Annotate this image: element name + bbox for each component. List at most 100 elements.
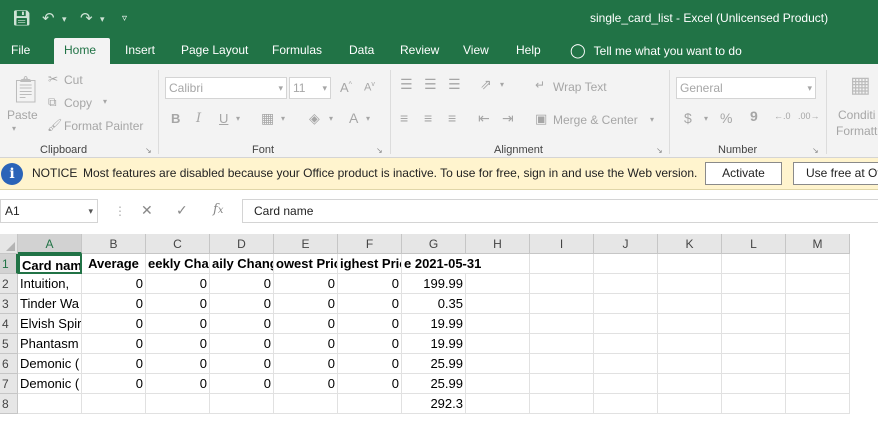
align-left-icon[interactable]: ≡ [400,110,408,126]
paste-button[interactable]: Paste [7,108,38,122]
cell[interactable] [594,314,658,334]
value-cell[interactable]: 0 [210,314,274,334]
font-color-icon[interactable]: A [349,110,358,126]
value-cell[interactable]: 292.3 [402,394,466,414]
font-name-dropdown[interactable]: Calibri ▾ [165,77,287,99]
currency-button[interactable]: $ [684,110,692,126]
cell[interactable] [722,374,786,394]
tab-review[interactable]: Review [390,38,449,64]
grow-font-icon[interactable]: A^ [340,80,352,95]
cell[interactable] [594,354,658,374]
format-painter-icon[interactable]: 🖌︎ [47,118,62,132]
cell[interactable] [530,254,594,274]
value-cell[interactable]: 0 [82,294,146,314]
comma-button[interactable]: 9 [750,108,758,124]
row-header-1[interactable]: 1 [0,254,18,274]
tab-insert[interactable]: Insert [115,38,165,64]
underline-dropdown-icon[interactable]: ▾ [236,114,240,123]
cell[interactable] [658,274,722,294]
wrap-text-icon[interactable]: ↵ [535,78,545,92]
tab-view[interactable]: View [453,38,499,64]
cell[interactable] [722,254,786,274]
column-header-i[interactable]: I [530,234,594,254]
spreadsheet-grid[interactable]: ABCDEFGHIJKLM 12345678 Card nameAverageeek… [0,234,878,421]
value-cell[interactable]: 19.99 [402,334,466,354]
cell[interactable] [658,394,722,414]
card-name-cell[interactable]: Demonic ( [18,374,82,394]
value-cell[interactable] [338,394,402,414]
cut-icon[interactable]: ✂ [48,72,58,86]
value-cell[interactable]: 0 [210,334,274,354]
column-header-g[interactable]: G [402,234,466,254]
increase-decimal-icon[interactable]: ←.0 [774,111,791,121]
cell[interactable] [722,394,786,414]
copy-dropdown-icon[interactable]: ▾ [103,97,107,106]
header-cell[interactable]: e 2021-05-31 [402,254,481,274]
conditional-formatting-button[interactable]: Conditi [838,108,875,122]
redo-dropdown-icon[interactable]: ▾ [100,14,105,25]
row-header-2[interactable]: 2 [0,274,18,294]
header-cell[interactable]: owest Pric [274,254,338,274]
cell[interactable] [722,314,786,334]
cell[interactable] [722,274,786,294]
value-cell[interactable]: 19.99 [402,314,466,334]
column-header-k[interactable]: K [658,234,722,254]
cell[interactable] [658,254,722,274]
value-cell[interactable] [82,394,146,414]
cell[interactable] [530,374,594,394]
value-cell[interactable]: 0 [82,354,146,374]
activate-button[interactable]: Activate [705,162,782,185]
value-cell[interactable]: 0 [274,374,338,394]
value-cell[interactable]: 0 [210,374,274,394]
cell[interactable] [722,354,786,374]
cell[interactable] [466,354,530,374]
card-name-cell[interactable]: Elvish Spir [18,314,82,334]
cell[interactable] [530,334,594,354]
conditional-formatting-icon[interactable]: ▦ [850,72,871,98]
undo-icon[interactable]: ↶ [42,9,55,27]
paste-dropdown-icon[interactable]: ▾ [12,124,16,133]
decrease-indent-icon[interactable]: ⇤ [478,110,490,127]
orientation-dropdown-icon[interactable]: ▾ [500,80,504,89]
row-header-8[interactable]: 8 [0,394,18,414]
card-name-cell[interactable]: Intuition, [18,274,82,294]
value-cell[interactable]: 25.99 [402,374,466,394]
row-header-4[interactable]: 4 [0,314,18,334]
increase-indent-icon[interactable]: ⇥ [502,110,514,127]
cell[interactable] [530,314,594,334]
value-cell[interactable]: 0 [82,274,146,294]
enter-icon[interactable]: ✓ [176,202,188,219]
align-center-icon[interactable]: ≡ [424,110,432,126]
value-cell[interactable] [146,394,210,414]
clipboard-launcher-icon[interactable]: ↘ [145,146,152,155]
value-cell[interactable]: 0 [146,354,210,374]
header-cell[interactable]: Card name [18,254,82,274]
format-painter-button[interactable]: Format Painter [64,119,143,133]
value-cell[interactable] [274,394,338,414]
currency-dropdown-icon[interactable]: ▾ [704,114,708,123]
font-launcher-icon[interactable]: ↘ [376,146,383,155]
value-cell[interactable]: 0 [146,294,210,314]
alignment-launcher-icon[interactable]: ↘ [656,146,663,155]
merge-center-icon[interactable]: ▣ [535,111,547,127]
cell[interactable] [658,334,722,354]
value-cell[interactable]: 0 [274,334,338,354]
card-name-cell[interactable]: Demonic ( [18,354,82,374]
decrease-decimal-icon[interactable]: .00→ [798,111,820,121]
cell[interactable] [530,394,594,414]
value-cell[interactable]: 0 [146,334,210,354]
value-cell[interactable]: 0 [210,354,274,374]
number-format-dropdown[interactable]: General ▾ [676,77,816,99]
font-color-dropdown-icon[interactable]: ▾ [366,114,370,123]
paste-icon[interactable]: 📋︎ [9,74,42,105]
tab-home[interactable]: Home [54,38,110,64]
cell[interactable] [786,334,850,354]
orientation-icon[interactable]: ⇗ [480,76,492,93]
cell[interactable] [786,294,850,314]
value-cell[interactable]: 0.35 [402,294,466,314]
name-box[interactable]: A1 ▾ [0,199,98,223]
cell[interactable] [786,394,850,414]
align-top-icon[interactable]: ☰ [400,76,413,93]
customize-icon[interactable]: ▿ [122,13,127,24]
cell[interactable] [594,274,658,294]
